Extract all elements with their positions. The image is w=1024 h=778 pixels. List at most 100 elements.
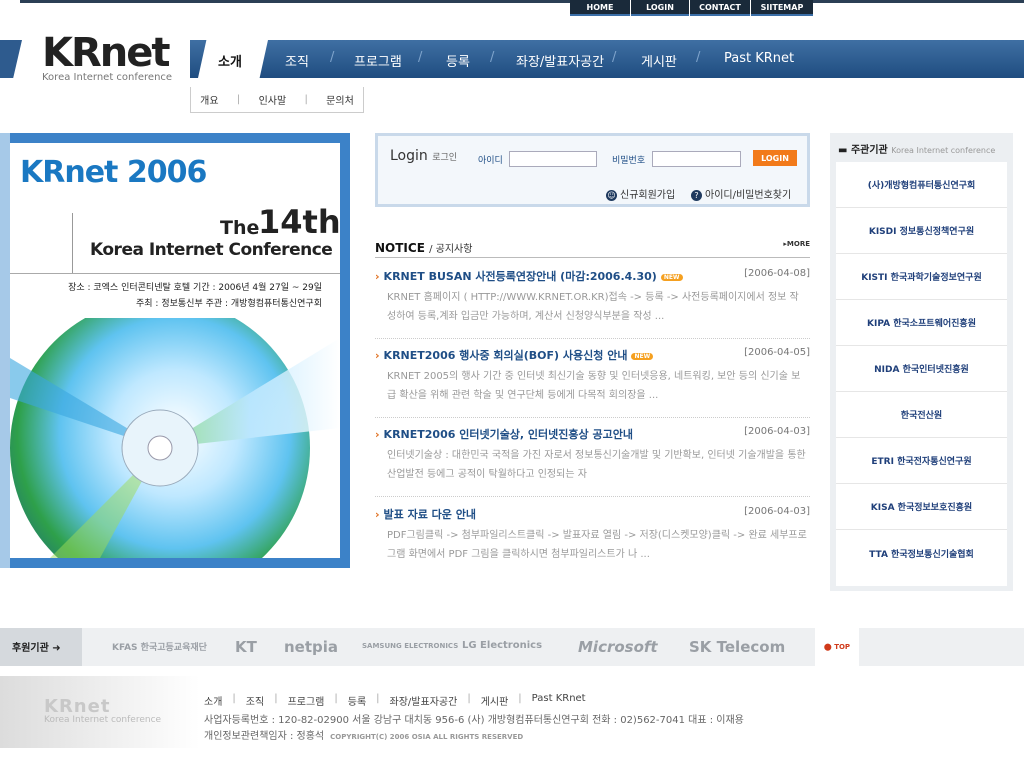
menu-tab-organization[interactable]: 조직 [285, 51, 309, 70]
footer-separator: | [334, 693, 338, 704]
top-line [20, 0, 570, 3]
host-logo-etri[interactable]: ETRI 한국전자통신연구원 [836, 438, 1007, 484]
notice-item-title[interactable]: › 발표 자료 다운 안내 [375, 506, 476, 522]
password-input[interactable] [652, 151, 741, 167]
footer-info: 사업자등록번호 : 120-82-02900 서울 강남구 대치동 956-6 … [204, 713, 744, 745]
host-logo-kisdi[interactable]: KISDI 정보통신정책연구원 [836, 208, 1007, 254]
id-input[interactable] [509, 151, 597, 167]
topnav-contact[interactable]: CONTACT [690, 0, 750, 16]
menu-tab-registration[interactable]: 등록 [446, 51, 470, 70]
notice-item-summary[interactable]: PDF그림클릭 -> 첨부파일리스트클릭 -> 발표자료 열림 -> 저장(디스… [387, 526, 807, 564]
menu-tab-past-krnet[interactable]: Past KRnet [724, 51, 794, 66]
notice-item-title-text: KRNET2006 인터넷기술상, 인터넷진흥상 공고안내 [383, 428, 633, 441]
question-icon: ? [691, 189, 702, 201]
footer-link-intro[interactable]: 소개 [204, 693, 222, 708]
login-button[interactable]: LOGIN [753, 150, 797, 166]
notice-header-line [375, 257, 810, 258]
notice-item: › KRNET2006 인터넷기술상, 인터넷진흥상 공고안내 [2006-04-… [375, 426, 810, 504]
host-logo-nca[interactable]: 한국전산원 [836, 392, 1007, 438]
notice-item-summary[interactable]: 인터넷기술상 : 대한민국 국적을 가진 자로서 정보통신기술개발 및 기반확보… [387, 446, 807, 484]
footer-link-organization[interactable]: 조직 [246, 693, 264, 708]
poster-info-host: 주최 : 정보통신부 주관 : 개방형컴퓨터통신연구회 [136, 299, 322, 309]
sponsor-logo-kt[interactable]: KT [235, 638, 257, 656]
logo-subtitle: Korea Internet conference [42, 72, 173, 83]
sponsor-logo-lg[interactable]: LG Electronics [462, 640, 542, 651]
notice-item-date: [2006-04-03] [744, 426, 810, 437]
footer-link-past-krnet[interactable]: Past KRnet [532, 693, 586, 708]
bullet-icon: › [375, 270, 380, 283]
main-nav-bar [190, 40, 1024, 78]
topnav-login[interactable]: LOGIN [631, 0, 689, 16]
host-organizations-panel: ▬ 주관기관 Korea Internet conference (사)개방형컴… [830, 133, 1013, 591]
notice-item-title[interactable]: › KRNET2006 행사중 회의실(BOF) 사용신청 안내 NEW [375, 347, 654, 363]
sponsor-logo-microsoft[interactable]: Microsoft [578, 638, 658, 656]
sponsor-logo-samsung[interactable]: SAMSUNG ELECTRONICS [362, 642, 458, 650]
menu-tab-speakers[interactable]: 좌장/발표자공간 [516, 51, 604, 70]
top-button[interactable]: ⬤ TOP [815, 628, 859, 666]
submenu-separator: | [304, 94, 308, 105]
sponsor-bar: 후원기관 ➜ KFAS 한국고등교육재단 KT netpia SAMSUNG E… [0, 628, 1024, 666]
menu-separator: / [330, 50, 335, 65]
host-logo-kisa[interactable]: KISA 한국정보보호진흥원 [836, 484, 1007, 530]
menu-tab-intro[interactable]: 소개 [198, 40, 268, 78]
submenu-overview[interactable]: 개요 [200, 92, 218, 107]
notice-item-date: [2006-04-08] [744, 268, 810, 279]
notice-item-summary[interactable]: KRNET 홈페이지 ( HTTP://WWW.KRNET.OR.KR)접속 -… [387, 288, 807, 326]
footer-link-board[interactable]: 게시판 [481, 693, 509, 708]
submenu: 개요 | 인사말 | 문의처 [190, 87, 364, 113]
top-nav: HOME LOGIN CONTACT SIITEMAP [570, 0, 814, 16]
notice-item-title[interactable]: › KRNET BUSAN 사전등록연장안내 (마감:2006.4.30) NEW [375, 268, 683, 284]
more-label: MORE [786, 240, 810, 248]
password-label: 비밀번호 [612, 156, 646, 166]
sponsor-label-text: 후원기관 [12, 643, 49, 654]
footer-copyright: COPYRIGHT(C) 2006 OSIA ALL RIGHTS RESERV… [330, 733, 524, 741]
notice-item-title-text: KRNET BUSAN 사전등록연장안내 (마감:2006.4.30) [383, 270, 657, 283]
footer-privacy-line: 개인정보관련책임자 : 정홍석 COPYRIGHT(C) 2006 OSIA AL… [204, 729, 744, 745]
submenu-greeting[interactable]: 인사말 [259, 92, 287, 107]
arrow-icon: ➜ [52, 643, 61, 654]
host-header: ▬ 주관기관 Korea Internet conference [838, 145, 996, 156]
site-logo[interactable]: KRnet Korea Internet conference [42, 32, 172, 83]
logo-text: KRnet [42, 30, 171, 76]
host-list: (사)개방형컴퓨터통신연구회 KISDI 정보통신정책연구원 KISTI 한국과… [836, 162, 1007, 586]
notice-item: › KRNET BUSAN 사전등록연장안내 (마감:2006.4.30) NEW … [375, 268, 810, 346]
notice-item-date: [2006-04-03] [744, 506, 810, 517]
sponsor-label: 후원기관 ➜ [0, 628, 82, 666]
poster-conference-name: Korea Internet Conference [90, 240, 333, 260]
notice-separator [375, 496, 810, 497]
menu-separator: / [612, 50, 617, 65]
bullet-icon: › [375, 508, 380, 521]
footer-link-speakers[interactable]: 좌장/발표자공간 [390, 693, 458, 708]
sponsor-logo-sktelecom[interactable]: SK Telecom [689, 638, 785, 656]
host-header-title: 주관기관 [850, 145, 888, 156]
bullet-icon: › [375, 349, 380, 362]
find-account-link[interactable]: ? 아이디/비밀번호찾기 [691, 186, 791, 201]
footer-link-program[interactable]: 프로그램 [288, 693, 325, 708]
topnav-sitemap[interactable]: SIITEMAP [751, 0, 813, 16]
notice-item: › 발표 자료 다운 안내 [2006-04-03] PDF그림클릭 -> 첨부파… [375, 506, 810, 576]
host-logo-tta[interactable]: TTA 한국정보통신기술협회 [836, 530, 1007, 576]
notice-item-title[interactable]: › KRNET2006 인터넷기술상, 인터넷진흥상 공고안내 [375, 426, 633, 442]
conference-poster: KRnet 2006 The 14th Korea Internet Confe… [10, 143, 340, 558]
menu-tab-board[interactable]: 게시판 [641, 51, 677, 70]
poster-side-panel [0, 133, 10, 568]
left-bar-decor [0, 40, 22, 78]
bullet-icon: › [375, 428, 380, 441]
menu-tab-program[interactable]: 프로그램 [354, 51, 402, 70]
host-logo-kisti[interactable]: KISTI 한국과학기술정보연구원 [836, 254, 1007, 300]
host-logo-kipa[interactable]: KIPA 한국소프트웨어진흥원 [836, 300, 1007, 346]
notice-item-summary[interactable]: KRNET 2005의 행사 기간 중 인터넷 최신기술 동향 및 인터넷응용,… [387, 367, 807, 405]
poster-the: The [220, 217, 260, 239]
signup-link[interactable]: ☺ 신규회원가입 [606, 186, 675, 201]
top-line-right [813, 0, 1024, 3]
topnav-home[interactable]: HOME [570, 0, 630, 16]
host-logo-nida[interactable]: NIDA 한국인터넷진흥원 [836, 346, 1007, 392]
footer-link-registration[interactable]: 등록 [348, 693, 366, 708]
menu-separator: / [696, 50, 701, 65]
submenu-contact[interactable]: 문의처 [326, 92, 354, 107]
sponsor-logo-netpia[interactable]: netpia [284, 638, 338, 656]
poster-info-venue: 장소 : 코엑스 인터콘티넨탈 호텔 기간 : 2006년 4월 27일 ~ 2… [68, 283, 322, 293]
more-link[interactable]: ▸MORE [783, 240, 810, 248]
host-logo-osia[interactable]: (사)개방형컴퓨터통신연구회 [836, 162, 1007, 208]
sponsor-logo-kfas[interactable]: KFAS 한국고등교육재단 [112, 640, 207, 653]
